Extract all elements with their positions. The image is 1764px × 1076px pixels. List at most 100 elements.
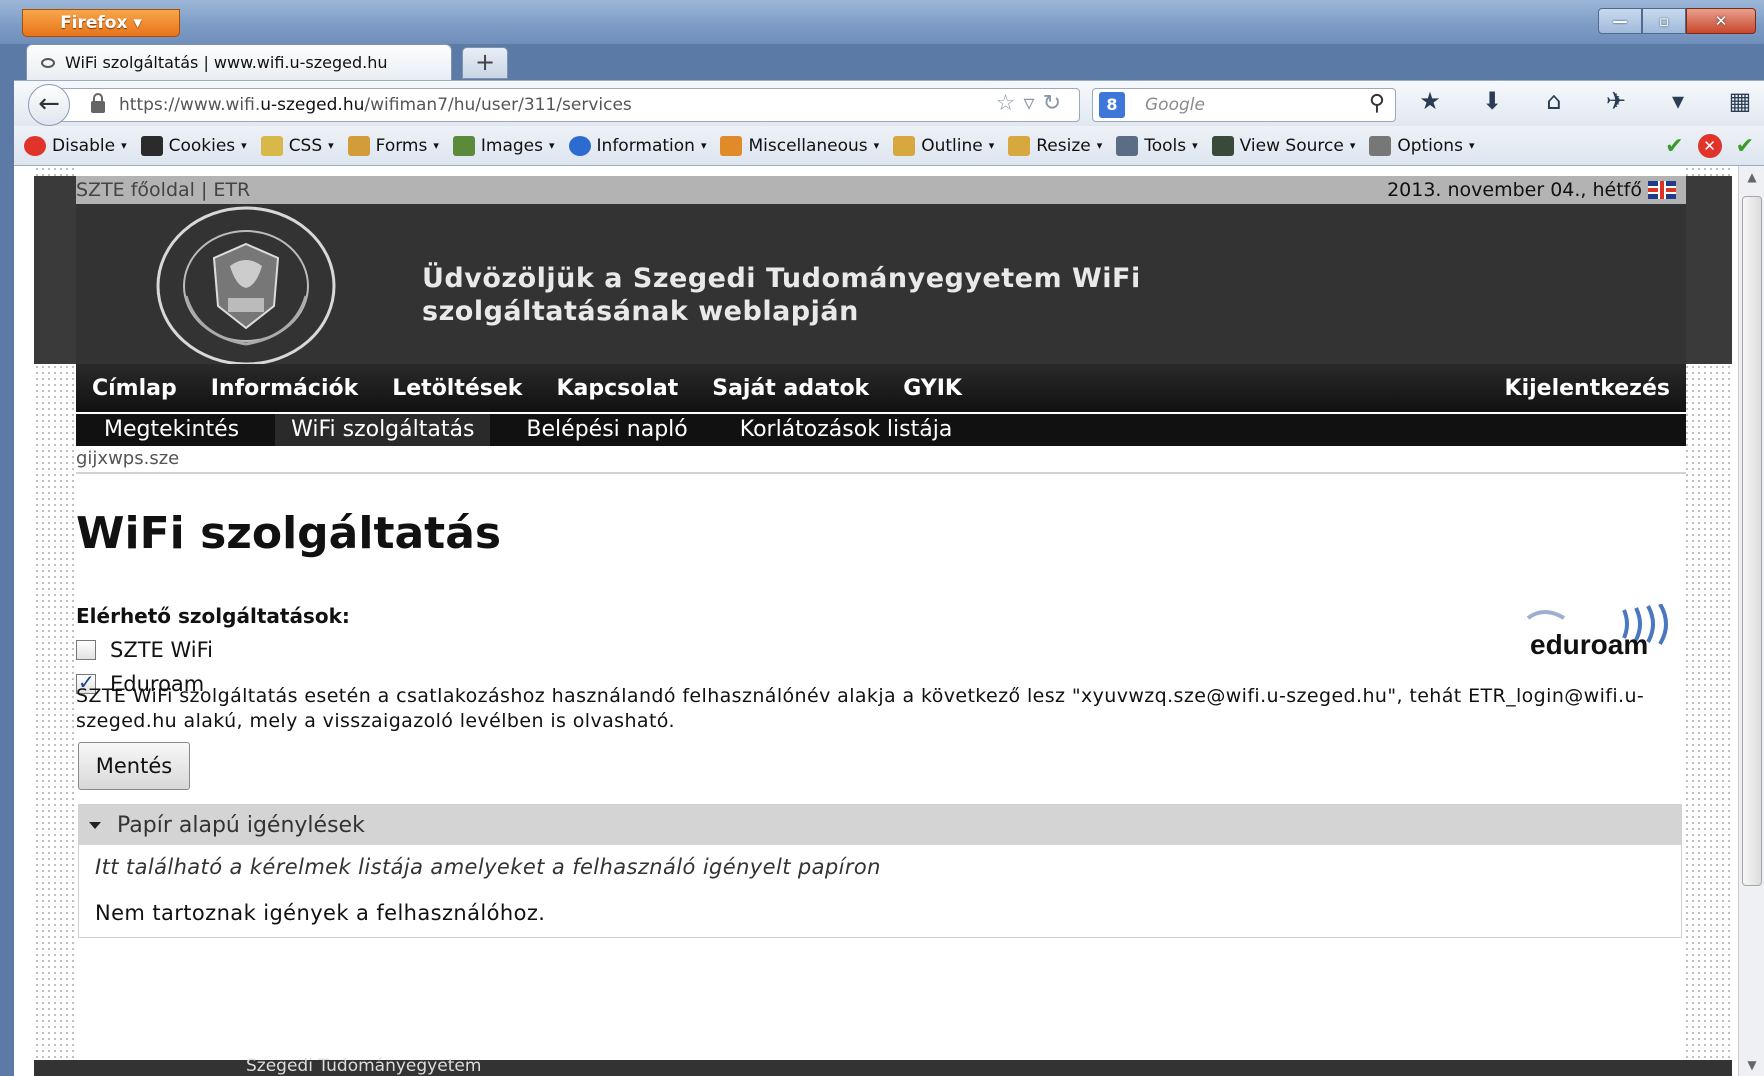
- webdev-menu-disable[interactable]: Disable ▾: [24, 135, 127, 156]
- english-flag-icon[interactable]: [1648, 181, 1676, 199]
- bookmark-star-icon[interactable]: ☆: [996, 91, 1024, 116]
- logout-link[interactable]: Kijelentkezés: [1505, 376, 1670, 401]
- legend-label: Papír alapú igénylések: [117, 812, 365, 838]
- navigation-toolbar: https://www.wifi. u-szeged.hu/wifiman7/hu…: [14, 80, 1764, 126]
- webdev-menu-cookies[interactable]: Cookies ▾: [140, 135, 247, 156]
- dropdown-caret-icon: ▾: [241, 139, 247, 152]
- active-tab[interactable]: WiFi szolgáltatás | www.wifi.u-szeged.hu: [26, 44, 452, 80]
- webdev-menu-view-source[interactable]: View Source ▾: [1211, 135, 1356, 156]
- url-bar[interactable]: https://www.wifi. u-szeged.hu/wifiman7/hu…: [60, 88, 1080, 122]
- history-dropdown-icon[interactable]: ▿: [1024, 91, 1043, 116]
- dropdown-caret-icon: ▾: [700, 139, 707, 152]
- url-prefix: https://www.wifi.: [119, 95, 261, 115]
- nav-kapcsolat[interactable]: Kapcsolat: [556, 376, 678, 401]
- webdev-menu-label: CSS: [288, 135, 323, 156]
- webdev-menu-options[interactable]: Options ▾: [1369, 135, 1475, 156]
- sub-navigation: Megtekintés WiFi szolgáltatás Belépési n…: [76, 414, 1686, 446]
- subnav-belepesi-naplo[interactable]: Belépési napló: [510, 414, 703, 446]
- downloads-icon[interactable]: ⬇: [1472, 87, 1512, 115]
- view-source-icon: [1211, 135, 1234, 156]
- dropdown-caret-icon: ▾: [1192, 139, 1198, 152]
- toolbar-icons: ★ ⬇ ⌂ ✈ ▾ ▦: [1410, 87, 1760, 115]
- webdev-menu-outline[interactable]: Outline ▾: [893, 135, 994, 156]
- scrollbar-thumb[interactable]: [1742, 196, 1762, 886]
- tab-title: WiFi szolgáltatás | www.wifi.u-szeged.hu: [65, 53, 388, 72]
- webdev-menu-forms[interactable]: Forms ▾: [347, 135, 439, 156]
- scroll-up-arrow-icon[interactable]: ▲: [1739, 166, 1764, 188]
- webdev-menu-resize[interactable]: Resize ▾: [1008, 135, 1103, 156]
- webdev-menu-label: Information: [596, 135, 695, 156]
- firefox-menu-label: Firefox: [60, 13, 128, 33]
- nav-sajat-adatok[interactable]: Saját adatok: [712, 376, 869, 401]
- webdev-menu-label: Images: [480, 135, 543, 156]
- css-valid-check-icon[interactable]: ✔: [1665, 134, 1683, 159]
- extension-icon[interactable]: ✈: [1596, 87, 1636, 115]
- webdev-menu-label: Forms: [375, 135, 428, 156]
- save-button[interactable]: Mentés: [78, 742, 190, 790]
- web-developer-icon[interactable]: ▦: [1720, 87, 1760, 115]
- information-icon: [568, 135, 591, 156]
- main-navigation: Címlap Információk Letöltések Kapcsolat …: [76, 364, 1686, 412]
- site-topbar: SZTE főoldal | ETR 2013. november 04., h…: [76, 176, 1686, 204]
- subnav-korlatozasok-listaja[interactable]: Korlátozások listája: [724, 414, 969, 446]
- dropdown-caret-icon: ▾: [1349, 139, 1356, 152]
- home-icon[interactable]: ⌂: [1534, 87, 1574, 115]
- eduroam-logo: eduroam: [1526, 604, 1668, 660]
- paper-requests-legend[interactable]: Papír alapú igénylések: [79, 805, 1681, 845]
- service-option-szte-wifi[interactable]: SZTE WiFi: [76, 638, 213, 662]
- webdev-menu-label: Options: [1397, 135, 1463, 156]
- web-developer-toolbar: Disable ▾ Cookies ▾ CSS ▾ Forms ▾ Images ▾ Informa…: [14, 126, 1764, 166]
- dropdown-caret-icon: ▾: [1468, 139, 1475, 152]
- date-display: 2013. november 04., hétfő: [1387, 179, 1676, 201]
- maximize-button[interactable]: ▫: [1642, 8, 1686, 34]
- page-title: WiFi szolgáltatás: [76, 508, 502, 559]
- tab-strip: WiFi szolgáltatás | www.wifi.u-szeged.hu…: [22, 44, 1752, 80]
- webdev-menu-label: Tools: [1144, 135, 1187, 156]
- svg-text:eduroam: eduroam: [1530, 629, 1648, 660]
- miscellaneous-icon: [720, 135, 743, 156]
- collapse-triangle-icon: [89, 821, 101, 829]
- paper-requests-description: Itt található a kérelmek listája amelyek…: [95, 855, 881, 879]
- nav-gyik[interactable]: GYIK: [903, 376, 962, 401]
- url-bar-actions: ☆▿↻: [996, 91, 1069, 116]
- dropdown-caret-icon: ▾: [1096, 139, 1103, 152]
- scroll-down-arrow-icon[interactable]: ▼: [1739, 1054, 1764, 1076]
- google-icon[interactable]: 8: [1099, 92, 1125, 118]
- dropdown-caret-icon: ▾: [121, 139, 127, 152]
- url-domain: u-szeged.hu: [260, 95, 365, 115]
- js-error-icon[interactable]: ✕: [1697, 134, 1722, 158]
- overflow-chevron-icon[interactable]: ▾: [1658, 87, 1698, 115]
- nav-letoltesek[interactable]: Letöltések: [392, 376, 522, 401]
- breadcrumb-divider: [76, 472, 1686, 474]
- webdev-menu-label: View Source: [1239, 135, 1344, 156]
- reload-icon[interactable]: ↻: [1043, 91, 1069, 116]
- breadcrumb: gijxwps.sze: [76, 448, 180, 469]
- dropdown-caret-icon: ▾: [328, 139, 334, 152]
- webdev-menu-miscellaneous[interactable]: Miscellaneous ▾: [720, 135, 879, 156]
- webdev-menu-information[interactable]: Information ▾: [568, 135, 707, 156]
- webdev-menu-css[interactable]: CSS ▾: [260, 135, 334, 156]
- footer-text: Szegedi Tudományegyetem: [246, 1056, 482, 1076]
- firefox-menu-button[interactable]: Firefox ▾: [22, 9, 180, 37]
- search-icon[interactable]: ⚲: [1369, 91, 1385, 116]
- subnav-megtekintes[interactable]: Megtekintés: [88, 414, 255, 446]
- bookmarks-icon[interactable]: ★: [1410, 87, 1450, 115]
- close-window-button[interactable]: ✕: [1686, 8, 1756, 34]
- back-button[interactable]: ←: [28, 84, 70, 126]
- szte-wifi-checkbox[interactable]: [76, 640, 96, 660]
- cookies-icon: [140, 135, 163, 156]
- html-valid-check-icon[interactable]: ✔: [1736, 134, 1754, 159]
- vertical-scrollbar[interactable]: ▲ ▼: [1738, 166, 1764, 1076]
- nav-cimlap[interactable]: Címlap: [92, 376, 177, 401]
- images-icon: [452, 135, 475, 156]
- minimize-button[interactable]: —: [1598, 8, 1642, 34]
- nav-informaciok[interactable]: Információk: [211, 376, 358, 401]
- search-bar[interactable]: 8 Google ⚲: [1092, 88, 1396, 122]
- webdev-menu-images[interactable]: Images ▾: [452, 135, 555, 156]
- new-tab-button[interactable]: +: [462, 47, 508, 79]
- webdev-menu-label: Miscellaneous: [748, 135, 868, 156]
- webdev-menu-label: Disable: [52, 135, 116, 156]
- subnav-wifi-szolgaltatas[interactable]: WiFi szolgáltatás: [275, 414, 491, 446]
- topbar-links[interactable]: SZTE főoldal | ETR: [76, 179, 250, 201]
- webdev-menu-tools[interactable]: Tools ▾: [1116, 135, 1198, 156]
